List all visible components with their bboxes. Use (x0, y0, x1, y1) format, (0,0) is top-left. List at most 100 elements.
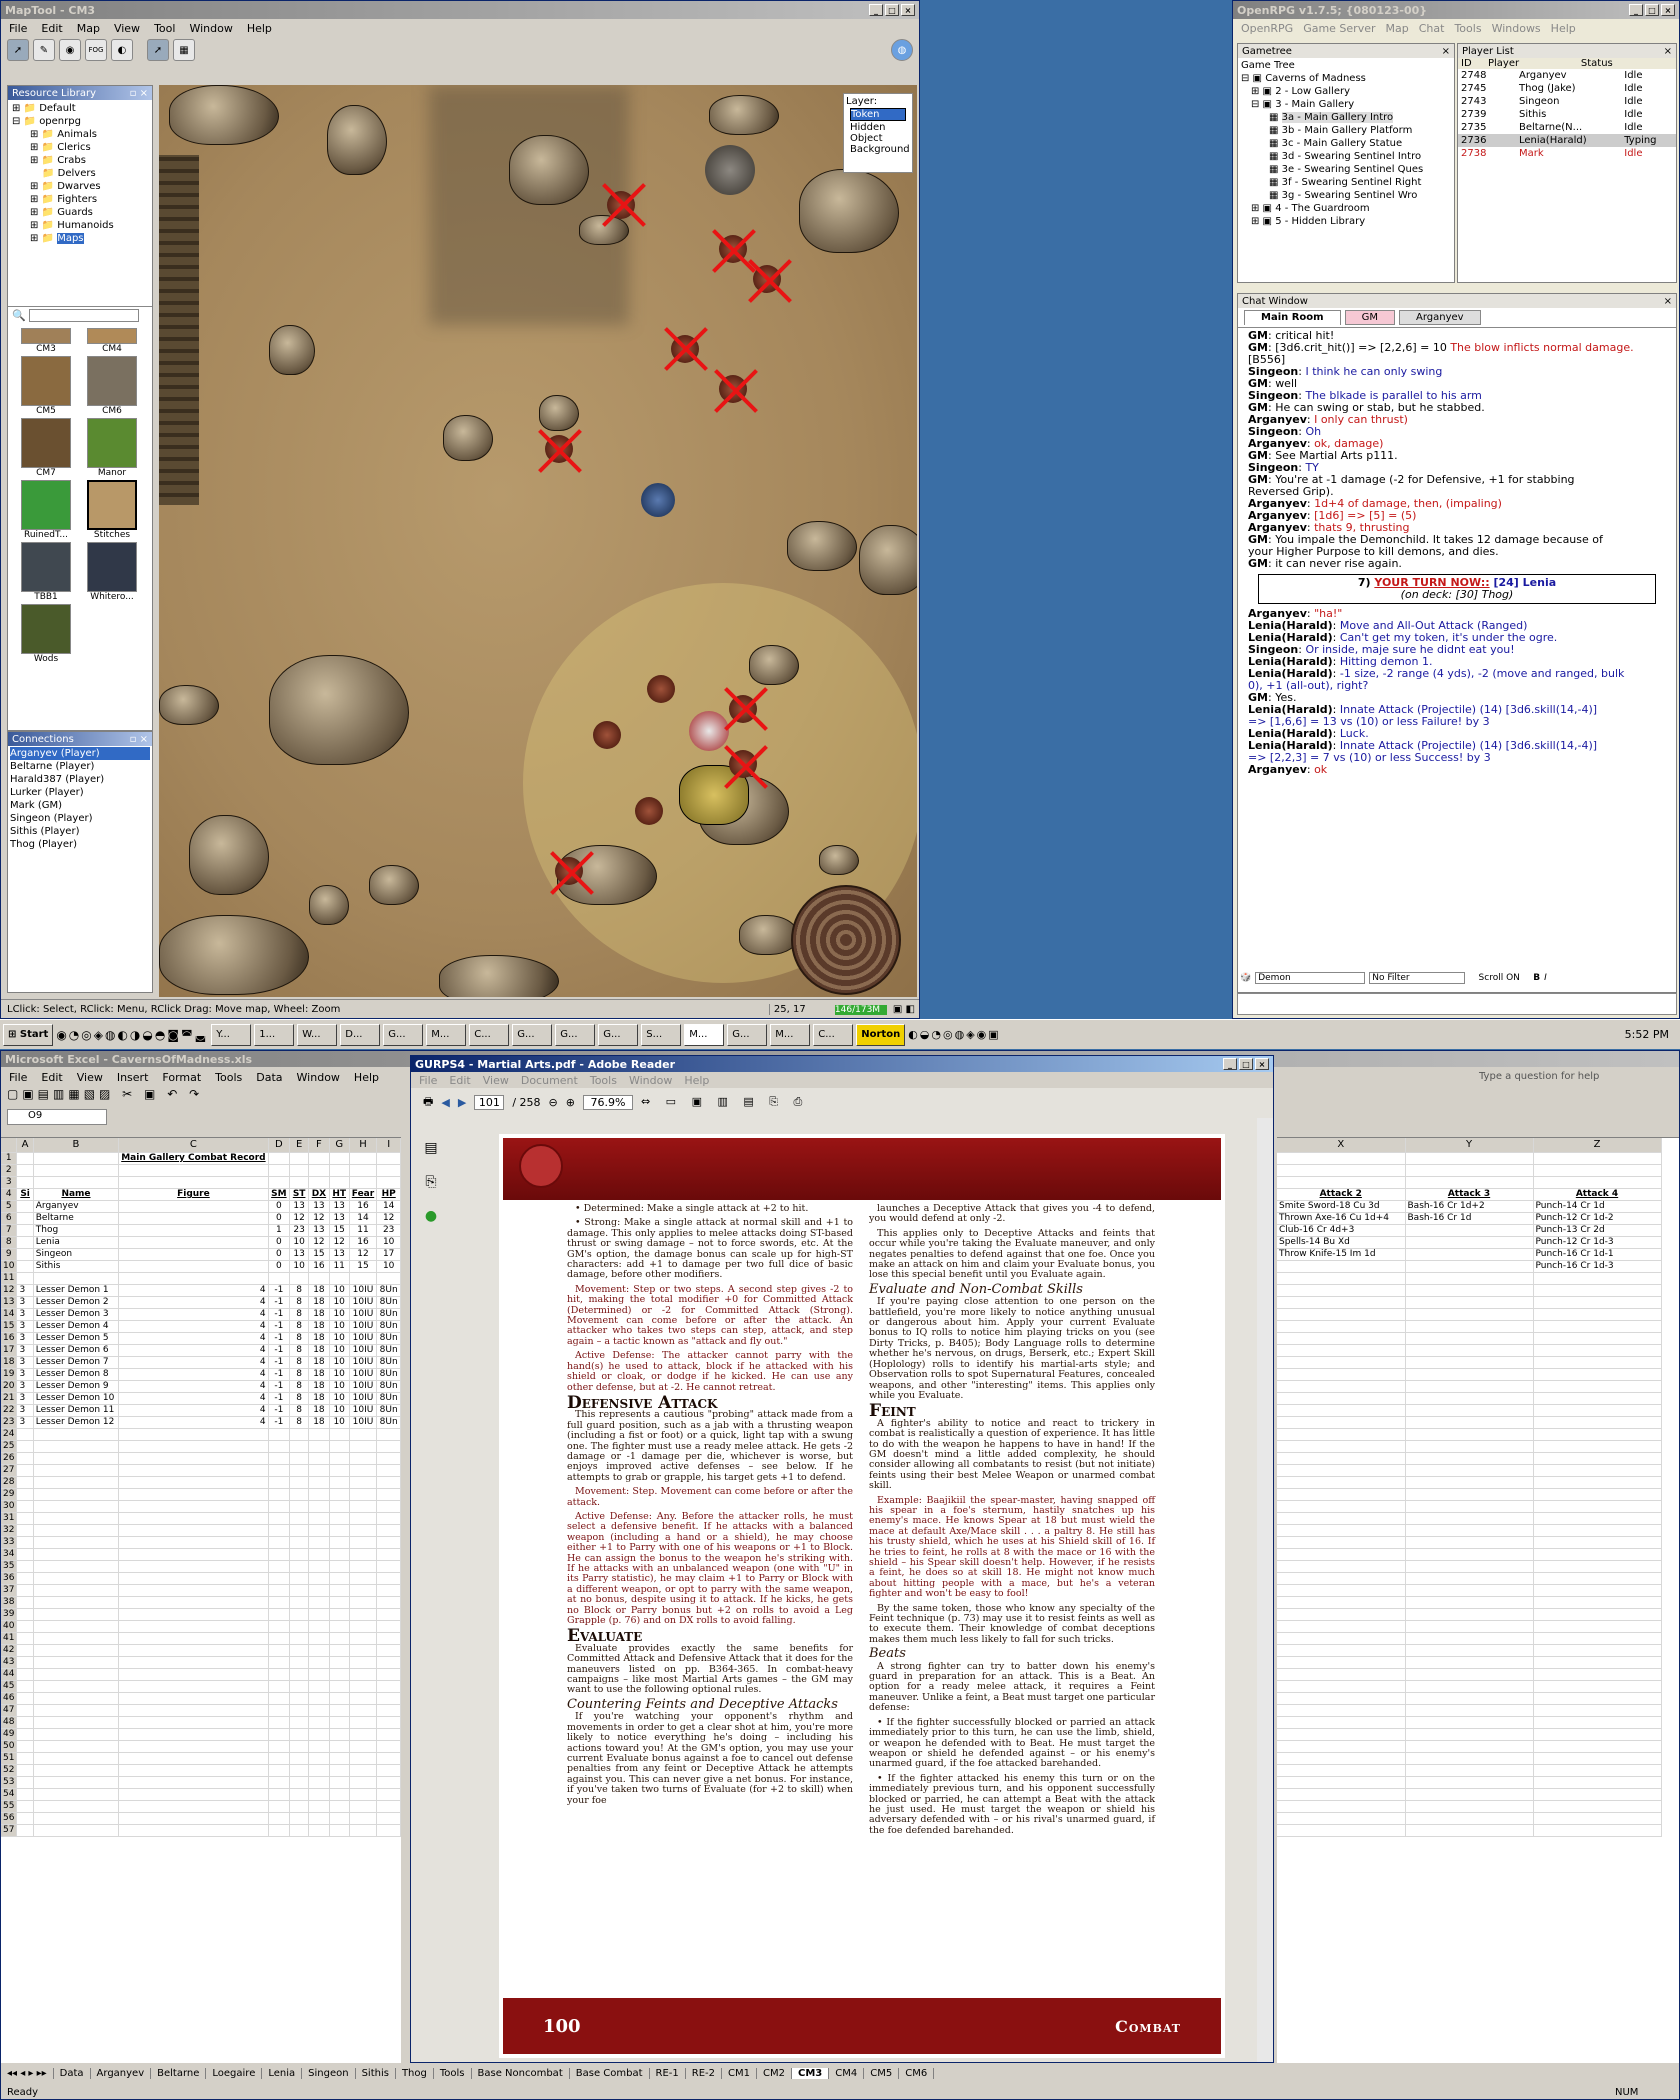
cell[interactable] (289, 1668, 310, 1681)
cell[interactable]: 10 (329, 1380, 350, 1393)
cell[interactable] (16, 1212, 34, 1225)
cell[interactable] (268, 1488, 291, 1501)
close-button[interactable]: × (1255, 1058, 1269, 1070)
cell[interactable] (33, 1548, 120, 1561)
cell[interactable]: -1 (268, 1296, 291, 1309)
cell[interactable] (1533, 1164, 1662, 1177)
cell[interactable] (1405, 1512, 1534, 1525)
sheet-nav-icons[interactable]: ◂◂ ◂ ▸ ▸▸ (1, 2067, 54, 2079)
cell[interactable] (118, 1668, 269, 1681)
cell[interactable]: 8 (289, 1344, 310, 1357)
minimize-button[interactable]: _ (1629, 4, 1643, 16)
sheet-tab[interactable]: CM4 (829, 2067, 865, 2079)
cell[interactable]: Lesser Demon 9 (33, 1380, 120, 1393)
cell[interactable] (268, 1176, 291, 1189)
cell[interactable]: 10 (329, 1332, 350, 1345)
sheet-tab[interactable]: Base Noncombat (472, 2067, 570, 2079)
player-row[interactable]: 2739 Sithis Idle (1458, 108, 1676, 121)
cell[interactable] (1277, 1176, 1406, 1189)
cell[interactable] (1533, 1392, 1662, 1405)
sheet-tab[interactable]: CM5 (864, 2067, 900, 2079)
cell[interactable] (268, 1428, 291, 1441)
cell[interactable] (16, 1824, 34, 1837)
cell[interactable] (16, 1440, 34, 1453)
cell[interactable] (1405, 1488, 1534, 1501)
cell[interactable] (1405, 1536, 1534, 1549)
cell[interactable] (376, 1596, 401, 1609)
cell[interactable] (16, 1776, 34, 1789)
cell[interactable] (308, 1644, 330, 1657)
cell[interactable] (118, 1464, 269, 1477)
cell[interactable] (376, 1524, 401, 1537)
cell[interactable]: 10 (329, 1308, 350, 1321)
connection-item[interactable]: Arganyev (Player) (10, 747, 150, 760)
cell[interactable]: Sithis (33, 1260, 120, 1273)
cell[interactable] (1405, 1464, 1534, 1477)
cell[interactable]: 16 (349, 1200, 378, 1213)
cell[interactable]: 16 (308, 1260, 330, 1273)
cell[interactable] (16, 1800, 34, 1813)
sheet-tab[interactable]: RE-2 (686, 2067, 723, 2079)
cell[interactable] (376, 1716, 401, 1729)
cell[interactable] (1405, 1272, 1534, 1285)
map-thumb[interactable]: TBB1 (16, 542, 76, 602)
cell[interactable] (329, 1152, 350, 1165)
cell[interactable]: 10IU (349, 1404, 378, 1417)
cell[interactable] (268, 1824, 291, 1837)
cell[interactable] (289, 1500, 310, 1513)
cell[interactable] (16, 1812, 34, 1825)
cell[interactable] (289, 1824, 310, 1837)
cell[interactable]: 10 (289, 1236, 310, 1249)
cell[interactable] (1533, 1692, 1662, 1705)
cell[interactable] (268, 1548, 291, 1561)
cell[interactable] (118, 1584, 269, 1597)
cell[interactable] (329, 1752, 350, 1765)
cell[interactable] (16, 1656, 34, 1669)
cell[interactable] (1405, 1368, 1534, 1381)
cell[interactable] (268, 1752, 291, 1765)
cell[interactable]: Lesser Demon 5 (33, 1332, 120, 1345)
cell[interactable] (1533, 1668, 1662, 1681)
cell[interactable] (1405, 1824, 1534, 1837)
cell[interactable]: Arganyev (33, 1200, 120, 1213)
cell[interactable] (16, 1260, 34, 1273)
cell[interactable] (1277, 1404, 1406, 1417)
menu-window[interactable]: Window (297, 1071, 340, 1084)
next-page-icon[interactable]: ▶ (458, 1096, 466, 1109)
cell[interactable]: 10 (376, 1260, 401, 1273)
cell[interactable] (1533, 1500, 1662, 1513)
cell[interactable]: 4 (118, 1320, 269, 1333)
cell[interactable]: -1 (268, 1392, 291, 1405)
cell[interactable] (289, 1692, 310, 1705)
cell[interactable] (268, 1788, 291, 1801)
tree-item[interactable]: ⊞ 📁 Clerics (12, 141, 148, 154)
connection-item[interactable]: Lurker (Player) (10, 786, 150, 799)
cell[interactable] (1533, 1272, 1662, 1285)
cell[interactable] (268, 1560, 291, 1573)
cell[interactable] (118, 1260, 269, 1273)
cell[interactable] (1533, 1800, 1662, 1813)
cell[interactable] (1277, 1332, 1406, 1345)
cell[interactable] (1405, 1236, 1534, 1249)
cell[interactable] (33, 1704, 120, 1717)
cell[interactable] (1277, 1752, 1406, 1765)
cell[interactable] (118, 1824, 269, 1837)
cell[interactable] (1533, 1512, 1662, 1525)
cell[interactable] (376, 1824, 401, 1837)
sheet-tab[interactable]: Beltarne (151, 2067, 207, 2079)
cell[interactable] (16, 1548, 34, 1561)
cell[interactable]: HP (376, 1188, 401, 1201)
cell[interactable] (16, 1428, 34, 1441)
cell[interactable]: Punch-13 Cr 2d (1533, 1224, 1662, 1237)
menu-help[interactable]: Help (1551, 22, 1576, 35)
cell[interactable] (308, 1488, 330, 1501)
tree-item[interactable]: ▦ 3d - Swearing Sentinel Intro (1241, 150, 1451, 163)
cell[interactable]: 8 (289, 1320, 310, 1333)
sheet-tab[interactable]: CM1 (722, 2067, 758, 2079)
cell[interactable]: 18 (308, 1404, 330, 1417)
cell[interactable] (349, 1752, 378, 1765)
tree-item[interactable]: ⊞ 📁 Animals (12, 128, 148, 141)
cell[interactable]: 10IU (349, 1416, 378, 1429)
cell[interactable] (1533, 1680, 1662, 1693)
cell[interactable] (118, 1488, 269, 1501)
